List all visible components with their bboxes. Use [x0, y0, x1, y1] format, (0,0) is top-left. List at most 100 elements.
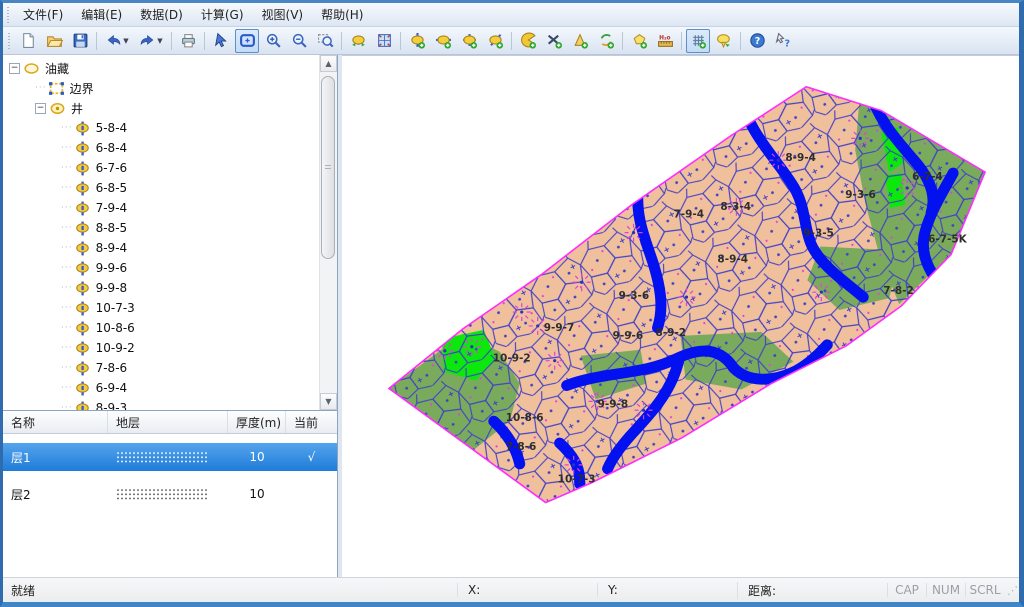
boundary-icon [48, 80, 64, 96]
tree-item-well-7-8-6[interactable]: ···7-8-6 [3, 358, 320, 378]
status-distance: 距离: [737, 582, 887, 599]
reservoir-map[interactable]: 8-9-46-7-49-3-68-3-47-9-49-3-56-7-5K8-9-… [342, 56, 1019, 577]
well-icon [74, 340, 90, 356]
map-well-label: 6-7-4 [912, 171, 943, 183]
well-icon [74, 260, 90, 276]
toolbar-separator [511, 32, 512, 50]
tree-item-well-8-9-3[interactable]: ···8-9-3 [3, 398, 320, 410]
zoom-in-button[interactable] [261, 29, 285, 53]
map-well-label: 6-7-5K [928, 234, 968, 246]
tree-item-well-10-9-2[interactable]: ···10-9-2 [3, 338, 320, 358]
layers-table: 名称 地层 厚度(m) 当前 层110√ 层210 [3, 411, 337, 577]
tree-item-well-6-7-6[interactable]: ···6-7-6 [3, 158, 320, 178]
tree-item-wells-group[interactable]: −井 [3, 98, 320, 118]
open-file-button[interactable] [42, 29, 66, 53]
map-view[interactable]: 8-9-46-7-49-3-68-3-47-9-49-3-56-7-5K8-9-… [342, 55, 1019, 577]
well-icon [74, 240, 90, 256]
resize-grip[interactable]: ⋰ [1004, 584, 1019, 597]
measure-distance-button[interactable]: H₂o [653, 29, 677, 53]
menu-item-4[interactable]: 视图(V) [253, 3, 313, 26]
well-icon [74, 180, 90, 196]
tree-item-well-6-8-5[interactable]: ···6-8-5 [3, 178, 320, 198]
status-y: Y: [597, 583, 737, 597]
menu-bar: 文件(F)编辑(E)数据(D)计算(G)视图(V)帮助(H) [3, 3, 1019, 27]
tree-expander-icon[interactable]: − [9, 63, 20, 74]
status-num: NUM [926, 583, 965, 597]
help-button[interactable]: ? [745, 29, 769, 53]
tree-item-label: 油藏 [43, 60, 71, 77]
add-update-button[interactable] [594, 29, 618, 53]
new-document-button[interactable] [16, 29, 40, 53]
dropdown-caret-icon[interactable]: ▼ [157, 37, 162, 45]
undo-button[interactable]: ▼ [101, 29, 133, 53]
tree-item-well-6-9-4[interactable]: ···6-9-4 [3, 378, 320, 398]
well-connection-button[interactable] [346, 29, 370, 53]
injection-well-star [436, 342, 454, 360]
injection-well-star [546, 352, 564, 370]
col-thickness[interactable]: 厚度(m) [228, 411, 286, 433]
zoom-out-button[interactable] [287, 29, 311, 53]
context-help-button[interactable]: ? [771, 29, 795, 53]
col-stratum[interactable]: 地层 [108, 411, 228, 433]
select-cursor-button[interactable] [209, 29, 233, 53]
zoom-window-button[interactable] [313, 29, 337, 53]
menu-item-3[interactable]: 计算(G) [192, 3, 253, 26]
tree-item-well-10-8-6[interactable]: ···10-8-6 [3, 318, 320, 338]
scroll-down-icon[interactable]: ▼ [320, 393, 337, 410]
left-panel: −油藏···边界−井···5-8-4···6-8-4···6-7-6···6-8… [3, 55, 338, 577]
menu-item-5[interactable]: 帮助(H) [312, 3, 372, 26]
add-vertical-well-button[interactable] [405, 29, 429, 53]
add-cross-well-button[interactable] [457, 29, 481, 53]
map-well-label: 10-9-2 [493, 353, 531, 365]
map-well-label: 8-9-2 [656, 327, 687, 339]
layer-name: 层1 [3, 449, 108, 466]
tree-expander-icon[interactable]: − [35, 103, 46, 114]
tree-item-label: 9-9-6 [94, 261, 130, 275]
tree-item-well-7-9-4[interactable]: ···7-9-4 [3, 198, 320, 218]
map-well-label: 10-7-3 [558, 474, 596, 486]
tree-item-well-10-7-3[interactable]: ···10-7-3 [3, 298, 320, 318]
dropdown-caret-icon[interactable]: ▼ [123, 37, 128, 45]
pan-view-button[interactable] [235, 29, 259, 53]
tree-connector: ··· [35, 83, 47, 93]
layer-row-层1[interactable]: 层110√ [3, 443, 337, 471]
reservoir-icon [23, 60, 39, 76]
save-file-button[interactable] [68, 29, 92, 53]
layer-row-层2[interactable]: 层210 [3, 480, 337, 508]
add-horizontal-well-button[interactable] [431, 29, 455, 53]
add-polygon-region-button[interactable] [627, 29, 651, 53]
add-deviated-well-button[interactable] [483, 29, 507, 53]
redo-button[interactable]: ▼ [135, 29, 167, 53]
menu-item-1[interactable]: 编辑(E) [72, 3, 131, 26]
scroll-up-icon[interactable]: ▲ [320, 55, 337, 72]
fit-extent-button[interactable] [372, 29, 396, 53]
tree-item-well-8-8-5[interactable]: ···8-8-5 [3, 218, 320, 238]
add-grid-button[interactable] [686, 29, 710, 53]
well-icon [74, 160, 90, 176]
col-name[interactable]: 名称 [3, 411, 108, 433]
add-channel-button[interactable] [542, 29, 566, 53]
add-fault-button[interactable] [516, 29, 540, 53]
map-well-label: 9-9-8 [598, 398, 629, 410]
tree-item-boundary[interactable]: ···边界 [3, 78, 320, 98]
tree-item-well-6-8-4[interactable]: ···6-8-4 [3, 138, 320, 158]
tree-item-well-8-9-4[interactable]: ···8-9-4 [3, 238, 320, 258]
tree-item-well-5-8-4[interactable]: ···5-8-4 [3, 118, 320, 138]
tree-item-label: 6-9-4 [94, 381, 130, 395]
well-icon [74, 360, 90, 376]
layers-table-header: 名称 地层 厚度(m) 当前 [3, 411, 337, 434]
add-boundary-button[interactable] [568, 29, 592, 53]
menu-item-0[interactable]: 文件(F) [14, 3, 72, 26]
tree-connector: ··· [61, 203, 73, 213]
tree-scrollbar[interactable]: ▲ ▼ [319, 55, 337, 410]
tree-item-label: 6-8-5 [94, 181, 130, 195]
tree-connector: ··· [61, 343, 73, 353]
tree-item-well-9-9-6[interactable]: ···9-9-6 [3, 258, 320, 278]
annotation-callout-button[interactable] [712, 29, 736, 53]
menu-item-2[interactable]: 数据(D) [131, 3, 192, 26]
scrollbar-thumb[interactable] [321, 76, 335, 259]
tree-item-well-9-9-8[interactable]: ···9-9-8 [3, 278, 320, 298]
col-current[interactable]: 当前 [286, 411, 337, 433]
tree-item-reservoir[interactable]: − 油藏 [3, 58, 320, 78]
print-button[interactable] [176, 29, 200, 53]
